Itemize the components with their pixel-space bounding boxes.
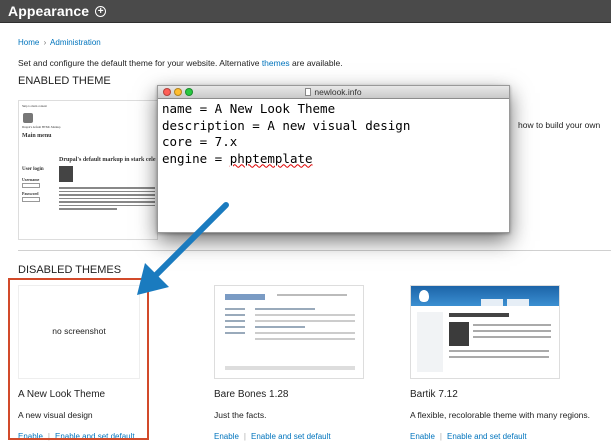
password-label: Password [22, 191, 39, 196]
user-login-text: User login [22, 167, 44, 172]
editor-filename: newlook.info [158, 86, 509, 99]
intro-text-before: Set and configure the default theme for … [18, 58, 262, 68]
highlight-box [8, 278, 149, 440]
intro-text-after: are available. [289, 58, 343, 68]
bartik-tab [507, 299, 529, 306]
theme-name: Bartik 7.12 [410, 389, 458, 400]
drupal-logo-icon [23, 113, 33, 123]
theme-screenshot [214, 285, 364, 379]
stark-text-lines [59, 187, 155, 212]
enabled-theme-description: how to build your own [518, 120, 601, 130]
bartik-title [449, 313, 509, 317]
code-engine-value: phptemplate [229, 150, 313, 166]
code-line-description: description = A new visual design [162, 117, 411, 133]
main-menu-text: Main menu [22, 133, 52, 139]
enable-and-set-default-link[interactable]: Enable and set default [251, 432, 331, 441]
code-line-engine: engine = phptemplate [162, 151, 505, 168]
text-editor-window[interactable]: newlook.info name = A New Look Theme des… [157, 85, 510, 233]
bartik-line [449, 350, 549, 352]
file-icon [305, 88, 312, 96]
bartik-sidebar [417, 312, 443, 372]
disabled-themes-heading: DISABLED THEMES [18, 264, 122, 276]
enable-link[interactable]: Enable [214, 432, 239, 441]
section-divider [18, 250, 611, 251]
code-line-name: name = A New Look Theme [162, 101, 336, 116]
stark-title-text: Drupal's default markup in stark cele [59, 157, 156, 163]
bartik-photo [449, 322, 469, 346]
page-title: Appearance [8, 3, 90, 19]
bartik-line [473, 330, 551, 332]
theme-description: A flexible, recolorable theme with many … [410, 410, 591, 420]
skip-link-text: Skip to main content [22, 104, 47, 108]
password-box [22, 197, 40, 202]
stark-picture [59, 166, 73, 182]
bare-bones-main [255, 308, 355, 344]
breadcrumb-home-link[interactable]: Home [18, 38, 39, 47]
theme-description: Just the facts. [214, 410, 267, 420]
site-name-text: Drupal's default HTML Markup [22, 125, 61, 129]
editor-content[interactable]: name = A New Look Theme description = A … [158, 99, 509, 169]
drupal-logo-icon [419, 290, 429, 302]
enabled-theme-screenshot: Skip to main content Drupal's default HT… [18, 100, 158, 240]
breadcrumb-separator: › [43, 38, 47, 47]
plus-circle-icon[interactable]: + [95, 5, 107, 17]
bartik-line [473, 336, 551, 338]
themes-link[interactable]: themes [262, 58, 290, 68]
page-header: Appearance + [0, 0, 611, 23]
links-divider: | [439, 432, 442, 441]
username-box [22, 183, 40, 188]
enabled-theme-heading: ENABLED THEME [18, 75, 111, 87]
breadcrumb: Home › Administration [18, 38, 101, 47]
code-engine-key: engine = [162, 150, 230, 166]
bartik-tab [481, 299, 503, 306]
bare-bones-sidebar [225, 308, 245, 338]
theme-screenshot [410, 285, 560, 379]
bartik-line [449, 356, 549, 358]
links-divider: | [243, 432, 246, 441]
code-line-core: core = 7.x [162, 134, 238, 149]
theme-card-bare-bones: Bare Bones 1.28 Just the facts. Enable | E… [214, 285, 404, 441]
theme-actions: Enable | Enable and set default [410, 432, 600, 441]
theme-card-bartik: Bartik 7.12 A flexible, recolorable them… [410, 285, 600, 441]
enable-and-set-default-link[interactable]: Enable and set default [447, 432, 527, 441]
breadcrumb-administration-link[interactable]: Administration [50, 38, 101, 47]
bare-bones-footer [225, 366, 355, 370]
username-label: Username [22, 177, 40, 182]
theme-actions: Enable | Enable and set default [214, 432, 404, 441]
bare-bones-nav [277, 294, 347, 296]
theme-name: Bare Bones 1.28 [214, 389, 289, 400]
intro-text: Set and configure the default theme for … [18, 58, 343, 68]
editor-filename-text: newlook.info [314, 87, 362, 97]
bartik-line [473, 324, 551, 326]
enable-link[interactable]: Enable [410, 432, 435, 441]
bare-bones-header [225, 294, 265, 300]
editor-title-bar[interactable]: newlook.info [158, 86, 509, 99]
